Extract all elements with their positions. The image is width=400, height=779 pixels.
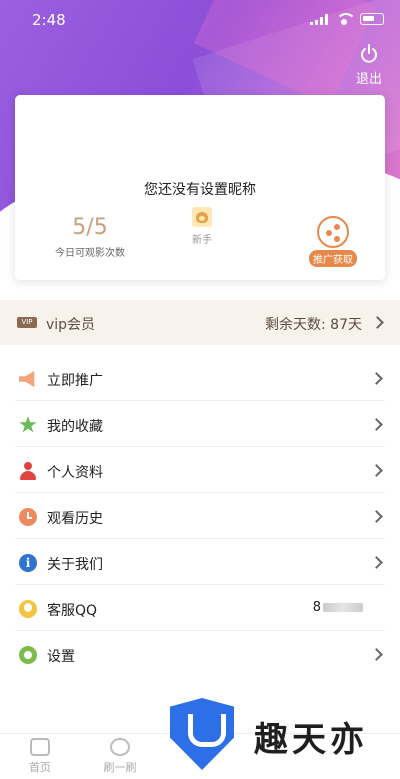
signal-icon — [310, 13, 328, 25]
chevron-right-icon — [370, 648, 383, 661]
play-icon — [30, 738, 50, 756]
menu-item-label: 设置 — [47, 649, 75, 665]
status-icons — [310, 13, 384, 25]
tab-home[interactable]: 首页 — [10, 738, 70, 775]
profile-card: 您还没有设置昵称 5/5 今日可观影次数 新手 推广获取 — [15, 95, 385, 280]
vip-icon: VIP — [17, 317, 37, 328]
promote-label: 推广获取 — [309, 250, 357, 267]
menu-item-history[interactable]: 观看历史 — [15, 493, 385, 539]
qq-number: 8 — [313, 600, 363, 615]
tab-label: 首页 — [29, 761, 51, 774]
quota-label: 今日可观影次数 — [55, 248, 125, 259]
vip-remaining-days: 剩余天数: 87天 — [265, 317, 362, 333]
status-bar: 2:48 — [0, 0, 400, 42]
vip-label: vip会员 — [46, 317, 96, 333]
qq-number-text: 8 — [312, 600, 321, 615]
tab-refresh[interactable]: 刷一刷 — [90, 738, 150, 775]
menu-item-support-qq[interactable]: 客服QQ 8 — [15, 585, 385, 631]
menu-item-promote[interactable]: 立即推广 — [15, 355, 385, 401]
qq-number-redacted — [323, 603, 363, 612]
logout-button[interactable]: 退出 — [352, 44, 386, 87]
menu-item-label: 我的收藏 — [47, 419, 103, 435]
vip-row[interactable]: VIP vip会员 剩余天数: 87天 — [0, 300, 400, 345]
star-icon — [19, 416, 37, 433]
shield-logo-icon — [170, 698, 234, 770]
menu-item-label: 个人资料 — [47, 465, 103, 481]
view-quota: 5/5 今日可观影次数 — [45, 215, 135, 259]
tab-label: 刷一刷 — [103, 761, 137, 774]
wifi-icon — [336, 13, 356, 25]
chevron-right-icon — [370, 418, 383, 431]
quota-value: 5/5 — [72, 215, 108, 240]
watermark-text: 趣天亦 — [254, 720, 368, 760]
chevron-right-icon — [370, 510, 383, 523]
watermark: 趣天亦 — [170, 698, 385, 770]
nickname-text[interactable]: 您还没有设置昵称 — [15, 179, 385, 199]
menu-item-label: 关于我们 — [47, 557, 103, 573]
chevron-right-icon — [370, 372, 383, 385]
power-icon — [361, 44, 377, 63]
share-icon — [317, 216, 349, 248]
menu-list: 立即推广 我的收藏 个人资料 观看历史 i 关于我们 客服QQ 8 设置 — [0, 355, 400, 677]
megaphone-icon — [19, 370, 35, 388]
clock-icon — [19, 508, 37, 526]
refresh-icon — [110, 738, 130, 756]
menu-item-label: 客服QQ — [47, 603, 98, 619]
level-badge-icon — [192, 207, 212, 227]
battery-icon — [360, 13, 384, 25]
logout-label: 退出 — [355, 72, 382, 87]
chevron-right-icon — [371, 316, 384, 329]
qq-icon — [19, 600, 37, 618]
menu-item-profile[interactable]: 个人资料 — [15, 447, 385, 493]
promote-button[interactable]: 推广获取 — [303, 216, 363, 267]
status-time: 2:48 — [32, 11, 66, 29]
menu-item-label: 观看历史 — [47, 511, 103, 527]
person-icon — [19, 462, 37, 480]
chevron-right-icon — [370, 556, 383, 569]
menu-item-settings[interactable]: 设置 — [15, 631, 385, 677]
chevron-right-icon — [370, 464, 383, 477]
menu-item-about[interactable]: i 关于我们 — [15, 539, 385, 585]
level-label: 新手 — [192, 235, 212, 246]
user-level: 新手 — [187, 207, 217, 246]
gear-icon — [19, 646, 37, 664]
menu-item-favorites[interactable]: 我的收藏 — [15, 401, 385, 447]
info-icon: i — [19, 554, 37, 572]
menu-item-label: 立即推广 — [47, 373, 103, 389]
